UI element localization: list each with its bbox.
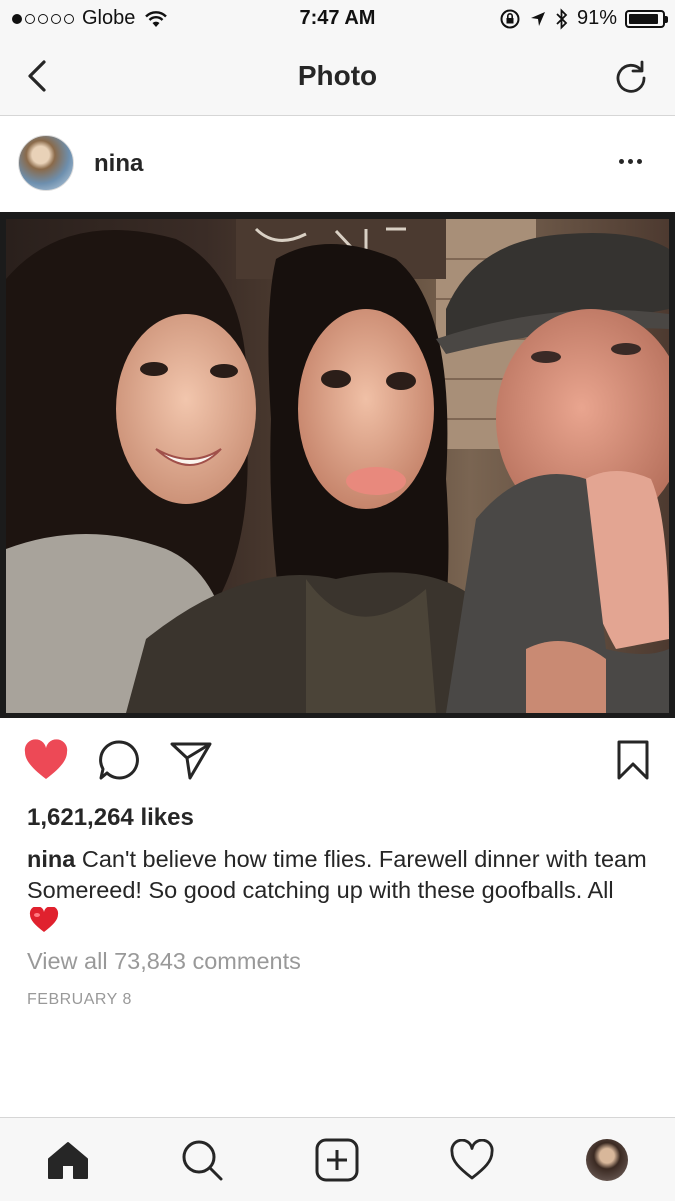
caption-username[interactable]: nina: [27, 846, 75, 872]
status-indicators: 91%: [499, 7, 668, 30]
bookmark-icon: [617, 740, 649, 780]
bottom-tab-bar: [0, 1117, 675, 1201]
save-button[interactable]: [609, 734, 657, 786]
add-icon: [315, 1138, 359, 1182]
tab-search[interactable]: [178, 1136, 226, 1184]
rotation-lock-icon: [500, 9, 520, 28]
post-actions: [0, 734, 675, 790]
avatar[interactable]: [18, 135, 74, 191]
tab-activity[interactable]: [448, 1136, 496, 1184]
comment-icon: [99, 740, 139, 780]
page-title: Photo: [297, 60, 378, 91]
share-button[interactable]: [167, 734, 215, 786]
more-icon: [619, 158, 624, 164]
home-icon: [48, 1142, 88, 1179]
post-header: nina: [0, 116, 675, 212]
tab-home[interactable]: [44, 1136, 92, 1184]
comment-button[interactable]: [95, 734, 143, 786]
status-bar: Globe 7:47 AM 91%: [0, 0, 675, 38]
search-icon: [182, 1140, 223, 1181]
view-all-comments-link[interactable]: View all 73,843 comments: [27, 948, 301, 975]
activity-heart-icon: [450, 1139, 494, 1180]
caption-text: Can't believe how time flies. Farewell d…: [27, 846, 647, 903]
post-photo[interactable]: [6, 219, 669, 713]
refresh-button[interactable]: [611, 56, 651, 96]
send-icon: [170, 742, 212, 780]
post-caption: nina Can't believe how time flies. Farew…: [27, 844, 652, 937]
tab-profile[interactable]: [583, 1136, 631, 1184]
battery-icon: [625, 9, 668, 28]
like-count[interactable]: 1,621,264 likes: [27, 804, 194, 832]
bluetooth-icon: [556, 7, 568, 30]
more-options-button[interactable]: [619, 154, 649, 168]
navigation-bar: Photo: [0, 38, 675, 116]
post-username[interactable]: nina: [94, 150, 143, 178]
like-button[interactable]: [22, 734, 70, 786]
red-heart-emoji-icon: [29, 907, 59, 932]
battery-percent: 91%: [576, 7, 617, 29]
tab-new-post[interactable]: [313, 1136, 361, 1184]
refresh-icon: [616, 60, 646, 93]
post-date: FEBRUARY 8: [27, 991, 132, 1008]
heart-filled-icon: [24, 739, 68, 779]
photo-illustration: [6, 219, 669, 713]
post-photo-frame: [0, 212, 675, 718]
location-icon: [530, 11, 545, 26]
profile-avatar: [586, 1139, 628, 1181]
